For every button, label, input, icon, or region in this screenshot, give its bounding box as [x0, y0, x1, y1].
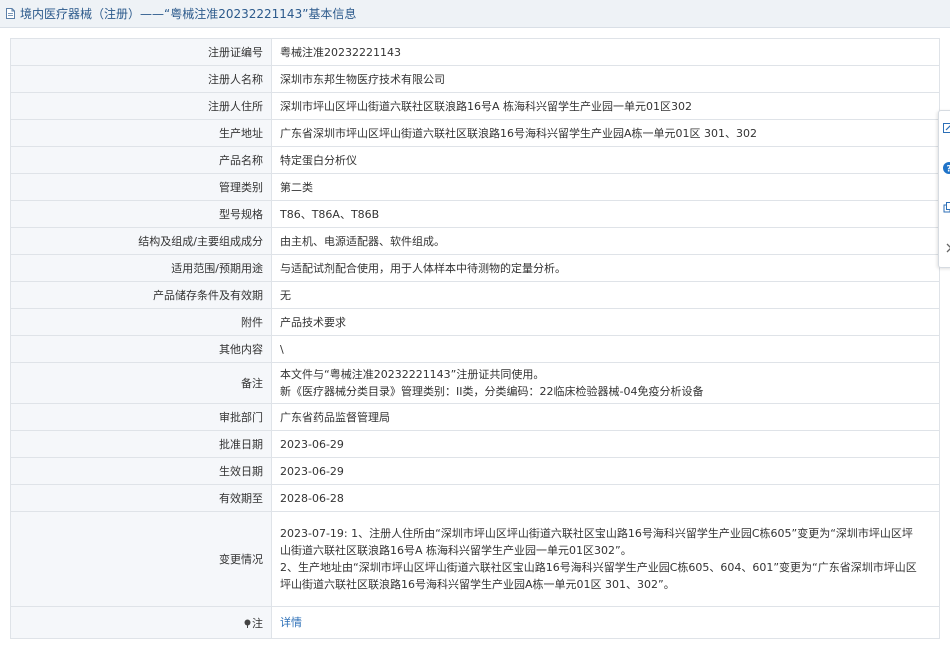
- table-row: 结构及组成/主要组成成分 由主机、电源适配器、软件组成。: [10, 227, 940, 255]
- table-row: 变更情况 2023-07-19: 1、注册人住所由“深圳市坪山区坪山街道六联社区宝…: [10, 511, 940, 607]
- row-label: 产品名称: [10, 146, 272, 174]
- row-label: 审批部门: [10, 403, 272, 431]
- value-line: 2、生产地址由“深圳市坪山区坪山街道六联社区宝山路16号海科兴留学生产业园C栋6…: [280, 561, 917, 574]
- note-label-cell: 注: [10, 606, 272, 639]
- row-label: 备注: [10, 362, 272, 404]
- row-value: 产品技术要求: [271, 308, 940, 336]
- table-row: 管理类别 第二类: [10, 173, 940, 201]
- row-value: 2023-06-29: [271, 457, 940, 485]
- value-line: 第二类: [280, 180, 313, 194]
- table-row: 其他内容 \: [10, 335, 940, 363]
- value-line: 深圳市东邦生物医疗技术有限公司: [280, 72, 445, 86]
- table-row: 备注 本文件与“粤械注准20232221143”注册证共同使用。新《医疗器械分类目…: [10, 362, 940, 404]
- table-row: 注册人住所 深圳市坪山区坪山街道六联社区联浪路16号A 栋海科兴留学生产业园一单元…: [10, 92, 940, 120]
- value-line: 2023-06-29: [280, 464, 344, 478]
- row-label: 变更情况: [10, 511, 272, 607]
- chevron-right-icon[interactable]: [942, 241, 950, 255]
- value-line: 2028-06-28: [280, 491, 344, 505]
- row-value: \: [271, 335, 940, 363]
- page-header: 境内医疗器械（注册）——“粤械注准20232221143”基本信息: [0, 0, 950, 28]
- table-row: 产品储存条件及有效期无: [10, 281, 940, 309]
- row-label: 其他内容: [10, 335, 272, 363]
- value-line: 深圳市坪山区坪山街道六联社区联浪路16号A 栋海科兴留学生产业园一单元01区30…: [280, 99, 693, 113]
- row-value: 2028-06-28: [271, 484, 940, 512]
- value-line: 粤械注准20232221143: [280, 45, 401, 59]
- document-icon: [4, 7, 17, 20]
- table-row: 有效期至 2028-06-28: [10, 484, 940, 512]
- row-label: 批准日期: [10, 430, 272, 458]
- row-value: 第二类: [271, 173, 940, 201]
- row-value: 广东省药品监督管理局: [271, 403, 940, 431]
- row-value: 由主机、电源适配器、软件组成。: [271, 227, 940, 255]
- row-label: 适用范围/预期用途: [10, 254, 272, 282]
- row-label: 生产地址: [10, 119, 272, 147]
- row-value: T86、T86A、T86B: [271, 200, 940, 228]
- row-label: 结构及组成/主要组成成分: [10, 227, 272, 255]
- value-line: 广东省深圳市坪山区坪山街道六联社区联浪路16号海科兴留学生产业园A栋一单元01区…: [280, 126, 758, 140]
- value-line: 产品技术要求: [280, 315, 346, 329]
- table-row: 型号规格 T86、T86A、T86B: [10, 200, 940, 228]
- row-value: 无: [271, 281, 940, 309]
- value-line: 2023-06-29: [280, 437, 344, 451]
- row-value: 特定蛋白分析仪: [271, 146, 940, 174]
- row-label: 产品储存条件及有效期: [10, 281, 272, 309]
- edit-icon[interactable]: [942, 121, 950, 135]
- table-row: 批准日期 2023-06-29: [10, 430, 940, 458]
- value-line: 新《医疗器械分类目录》管理类别：II类，分类编码：22临床检验器械-04免疫分析…: [280, 385, 704, 398]
- row-value: 深圳市东邦生物医疗技术有限公司: [271, 65, 940, 93]
- value-line: 与适配试剂配合使用，用于人体样本中待测物的定量分析。: [280, 261, 566, 275]
- help-icon[interactable]: ?: [942, 161, 950, 175]
- pin-icon: [243, 618, 252, 628]
- row-label: 注册证编号: [10, 38, 272, 66]
- value-line: 坪山街道六联社区联浪路16号海科兴留学生产业园A栋一单元01区 301、302”…: [280, 578, 675, 591]
- note-row: 注 详情: [10, 606, 940, 639]
- row-label: 型号规格: [10, 200, 272, 228]
- value-line: 特定蛋白分析仪: [280, 153, 357, 167]
- value-line: \: [280, 342, 284, 356]
- page-title: 境内医疗器械（注册）——“粤械注准20232221143”基本信息: [20, 7, 357, 21]
- row-label: 管理类别: [10, 173, 272, 201]
- row-label: 生效日期: [10, 457, 272, 485]
- note-value-cell: 详情: [271, 606, 940, 639]
- row-value: 2023-06-29: [271, 430, 940, 458]
- row-label: 附件: [10, 308, 272, 336]
- table-row: 生效日期 2023-06-29: [10, 457, 940, 485]
- value-line: 由主机、电源适配器、软件组成。: [280, 234, 445, 248]
- copy-icon[interactable]: [942, 201, 950, 215]
- table-row: 注册证编号 粤械注准20232221143: [10, 38, 940, 66]
- value-line: 山街道六联社区联浪路16号A 栋海科兴留学生产业园一单元01区302”。: [280, 544, 632, 557]
- table-row: 注册人名称 深圳市东邦生物医疗技术有限公司: [10, 65, 940, 93]
- table-row: 生产地址 广东省深圳市坪山区坪山街道六联社区联浪路16号海科兴留学生产业园A栋一单…: [10, 119, 940, 147]
- value-line: T86、T86A、T86B: [280, 207, 380, 221]
- table-row: 附件 产品技术要求: [10, 308, 940, 336]
- svg-text:?: ?: [946, 165, 950, 175]
- value-line: 广东省药品监督管理局: [280, 410, 390, 424]
- value-line: 无: [280, 288, 291, 302]
- table-row: 审批部门 广东省药品监督管理局: [10, 403, 940, 431]
- info-table: 注册证编号 粤械注准20232221143 注册人名称 深圳市东邦生物医疗技术有限公司…: [10, 38, 940, 639]
- side-toolbar: ?: [938, 110, 950, 268]
- table-row: 产品名称 特定蛋白分析仪: [10, 146, 940, 174]
- value-line: 2023-07-19: 1、注册人住所由“深圳市坪山区坪山街道六联社区宝山路16…: [280, 527, 913, 540]
- row-label: 有效期至: [10, 484, 272, 512]
- value-line: 本文件与“粤械注准20232221143”注册证共同使用。: [280, 368, 545, 381]
- table-row: 适用范围/预期用途 与适配试剂配合使用，用于人体样本中待测物的定量分析。: [10, 254, 940, 282]
- note-label: 注: [252, 616, 263, 630]
- row-label: 注册人住所: [10, 92, 272, 120]
- row-value: 深圳市坪山区坪山街道六联社区联浪路16号A 栋海科兴留学生产业园一单元01区30…: [271, 92, 940, 120]
- row-value: 2023-07-19: 1、注册人住所由“深圳市坪山区坪山街道六联社区宝山路16…: [271, 511, 940, 607]
- row-value: 粤械注准20232221143: [271, 38, 940, 66]
- row-label: 注册人名称: [10, 65, 272, 93]
- row-value: 本文件与“粤械注准20232221143”注册证共同使用。新《医疗器械分类目录》…: [271, 362, 940, 404]
- row-value: 与适配试剂配合使用，用于人体样本中待测物的定量分析。: [271, 254, 940, 282]
- row-value: 广东省深圳市坪山区坪山街道六联社区联浪路16号海科兴留学生产业园A栋一单元01区…: [271, 119, 940, 147]
- details-link[interactable]: 详情: [280, 616, 302, 629]
